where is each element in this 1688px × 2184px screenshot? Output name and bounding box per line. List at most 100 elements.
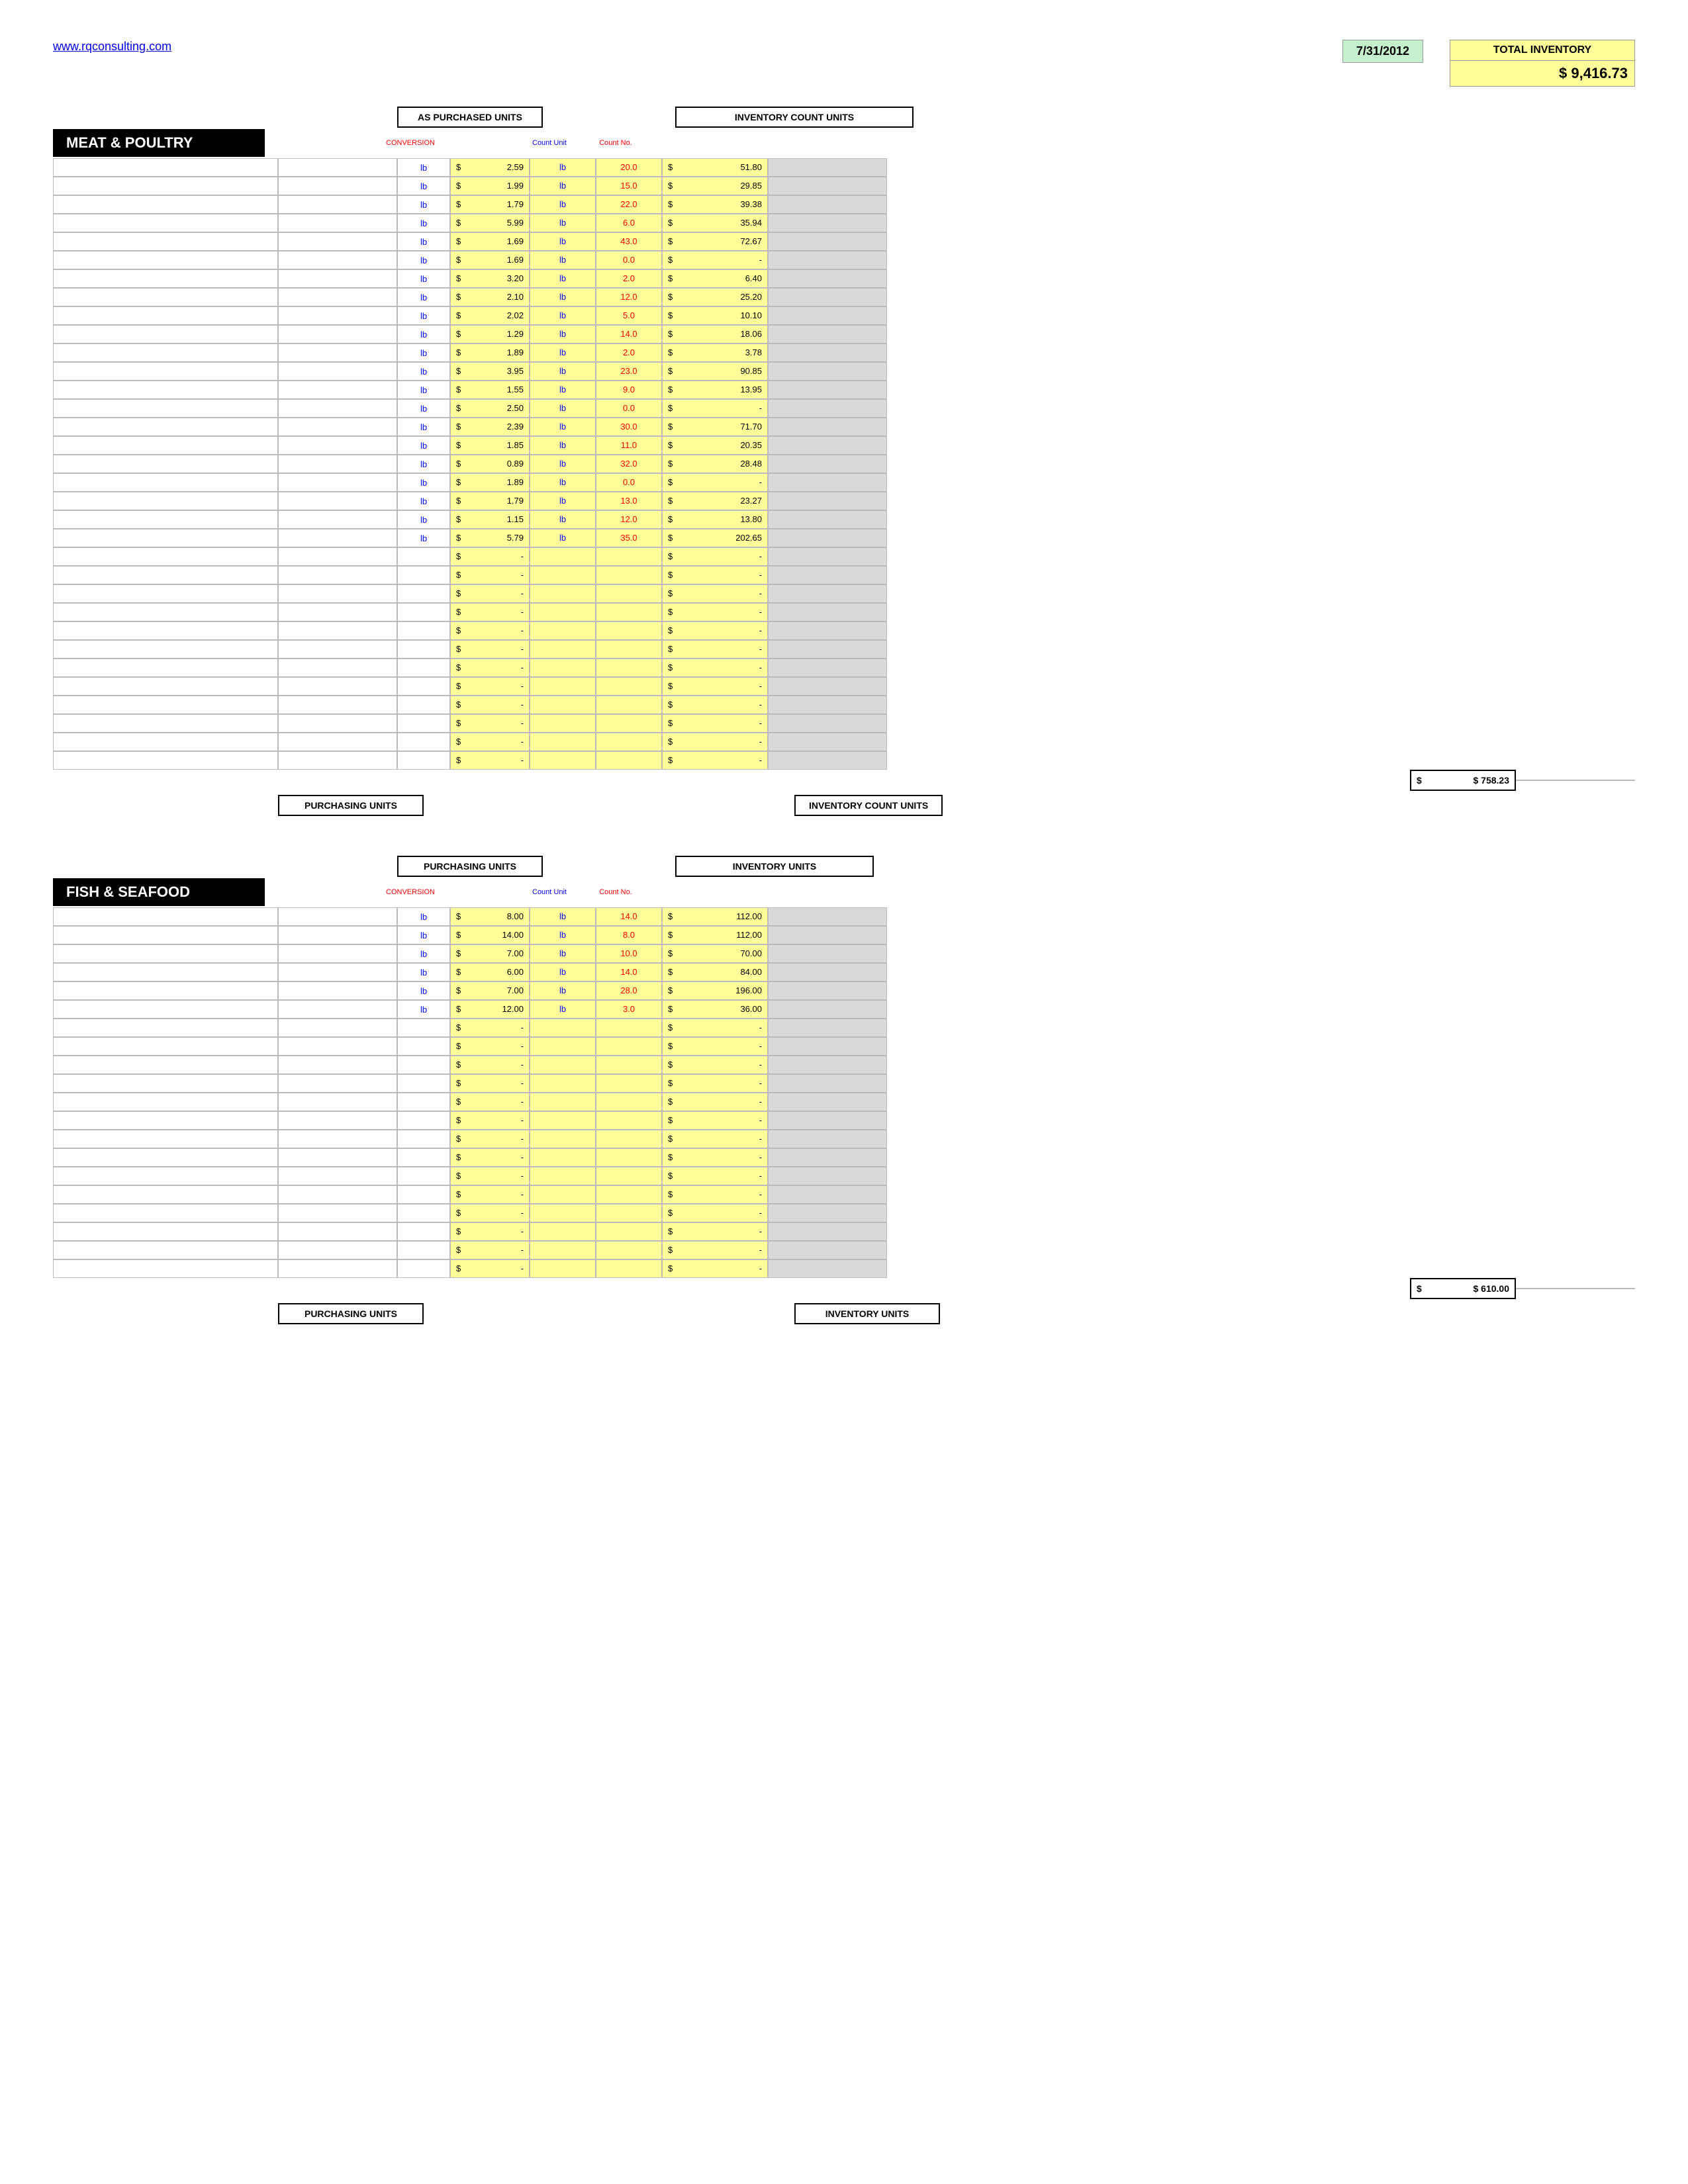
total-cell: $- (662, 696, 768, 714)
count-unit-cell: lb (530, 492, 596, 510)
table-row: $-$- (53, 1019, 1635, 1037)
count-no-cell: 43.0 (596, 232, 662, 251)
price-cell: $7.00 (450, 944, 530, 963)
price-cell: $5.99 (450, 214, 530, 232)
total-cell: $- (662, 621, 768, 640)
count-unit-cell: lb (530, 510, 596, 529)
as-purchased-units-header: AS PURCHASED UNITS (397, 107, 543, 128)
item-name-cell (53, 1204, 278, 1222)
header: www.rqconsulting.com 7/31/2012 TOTAL INV… (53, 40, 1635, 87)
gray-cell (768, 677, 887, 696)
total-cell: $- (662, 251, 768, 269)
section1-header-row: AS PURCHASED UNITS INVENTORY COUNT UNITS (53, 107, 1635, 128)
table-row: $-$- (53, 714, 1635, 733)
price-cell: $1.69 (450, 232, 530, 251)
item-name-cell (53, 269, 278, 288)
count-no-cell: 13.0 (596, 492, 662, 510)
conversion-cell (397, 1130, 450, 1148)
count-no-cell: 12.0 (596, 510, 662, 529)
table-row: lb$1.29lb14.0$18.06 (53, 325, 1635, 343)
count-unit-cell: lb (530, 195, 596, 214)
count-unit-cell (530, 677, 596, 696)
section1-footer-purchasing: PURCHASING UNITS (278, 795, 424, 816)
price-cell: $1.15 (450, 510, 530, 529)
item-name-cell (53, 251, 278, 269)
gray-cell (768, 195, 887, 214)
gray-cell (768, 1037, 887, 1056)
gray-cell (768, 696, 887, 714)
fish-seafood-section: PURCHASING UNITS INVENTORY UNITS FISH & … (53, 856, 1635, 1324)
count-unit-cell (530, 603, 596, 621)
conversion-cell (397, 1241, 450, 1259)
price-cell: $6.00 (450, 963, 530, 981)
gray-cell (768, 751, 887, 770)
count-unit-cell (530, 696, 596, 714)
gray-cell (768, 1259, 887, 1278)
table-row: $-$- (53, 1259, 1635, 1278)
conversion-cell: lb (397, 473, 450, 492)
total-cell: $- (662, 1185, 768, 1204)
section1-total-gray (1516, 780, 1635, 781)
price-cell: $3.20 (450, 269, 530, 288)
conversion-cell (397, 733, 450, 751)
count-no-cell: 2.0 (596, 343, 662, 362)
price-cell: $- (450, 733, 530, 751)
count-no-cell (596, 584, 662, 603)
count-unit-cell: lb (530, 473, 596, 492)
item-name-cell (53, 944, 278, 963)
table-row: lb$1.85lb11.0$20.35 (53, 436, 1635, 455)
section2-footer: PURCHASING UNITS INVENTORY UNITS (53, 1303, 1635, 1324)
table-row: lb$5.79lb35.0$202.65 (53, 529, 1635, 547)
conversion-cell: lb (397, 381, 450, 399)
item-name-cell (53, 733, 278, 751)
item-name-cell (53, 1056, 278, 1074)
conversion-cell: lb (397, 1000, 450, 1019)
date-box: 7/31/2012 (1342, 40, 1423, 63)
conversion-cell: lb (397, 510, 450, 529)
count-no-cell (596, 1056, 662, 1074)
count-no-cell: 30.0 (596, 418, 662, 436)
price-cell: $2.39 (450, 418, 530, 436)
total-cell: $20.35 (662, 436, 768, 455)
item-name-cell (53, 1130, 278, 1148)
gray-cell (768, 325, 887, 343)
purchasing-unit-cell (278, 436, 397, 455)
count-no-cell (596, 1222, 662, 1241)
count-unit-cell (530, 1222, 596, 1241)
table-row: $-$- (53, 640, 1635, 659)
gray-cell (768, 232, 887, 251)
conversion-cell (397, 1222, 450, 1241)
price-cell: $2.59 (450, 158, 530, 177)
table-row: $-$- (53, 1185, 1635, 1204)
gray-cell (768, 306, 887, 325)
item-name-cell (53, 1185, 278, 1204)
gray-cell (768, 1167, 887, 1185)
count-unit-cell (530, 1185, 596, 1204)
price-cell: $- (450, 751, 530, 770)
purchasing-unit-cell (278, 751, 397, 770)
conversion-cell: lb (397, 288, 450, 306)
purchasing-unit-cell (278, 158, 397, 177)
item-name-cell (53, 343, 278, 362)
inventory-count-units-header: INVENTORY COUNT UNITS (675, 107, 914, 128)
conversion-cell: lb (397, 343, 450, 362)
gray-cell (768, 343, 887, 362)
count-unit-cell: lb (530, 306, 596, 325)
conversion-cell (397, 677, 450, 696)
item-name-cell (53, 214, 278, 232)
item-name-cell (53, 677, 278, 696)
count-no-cell: 14.0 (596, 325, 662, 343)
section2-total-value: $$ 610.00 (1410, 1278, 1516, 1299)
total-cell: $- (662, 1111, 768, 1130)
gray-cell (768, 1093, 887, 1111)
website-link[interactable]: www.rqconsulting.com (53, 40, 171, 54)
count-unit-cell: lb (530, 399, 596, 418)
count-unit-cell: lb (530, 214, 596, 232)
price-cell: $- (450, 547, 530, 566)
table-row: $-$- (53, 696, 1635, 714)
count-no-cell: 0.0 (596, 399, 662, 418)
purchasing-unit-cell (278, 566, 397, 584)
section1-total-row: $$ 758.23 (53, 771, 1635, 790)
gray-cell (768, 640, 887, 659)
purchasing-unit-cell (278, 195, 397, 214)
